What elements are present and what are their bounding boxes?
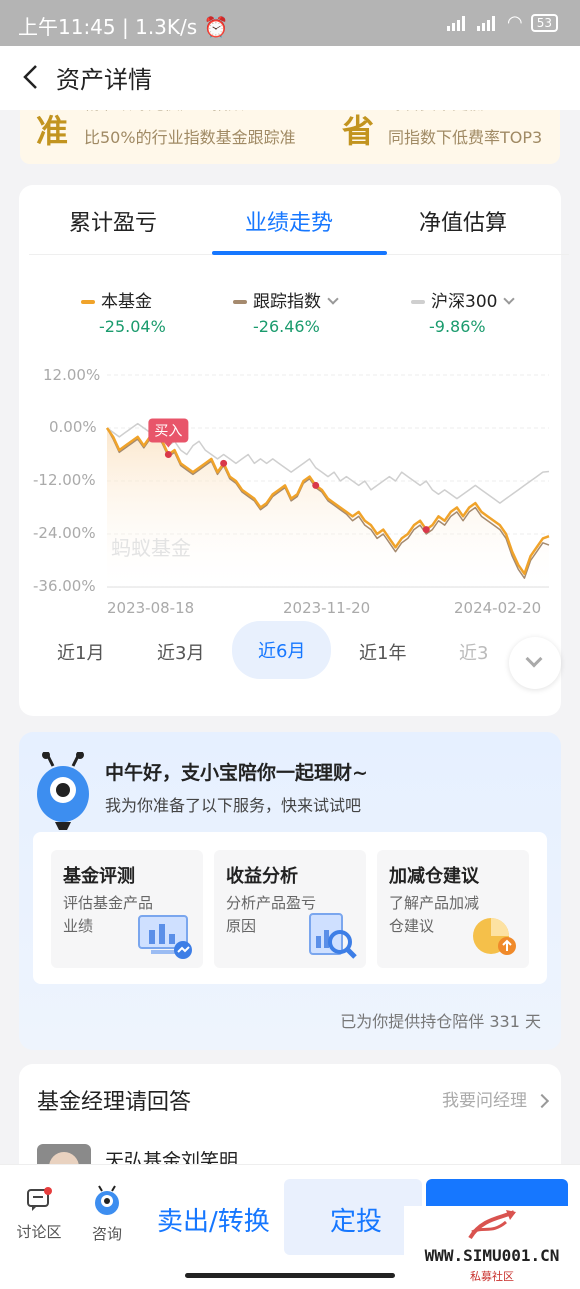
mascot-icon [37,752,89,830]
service-profit-analysis[interactable]: 收益分析 分析产品盈亏原因 [214,850,366,968]
x-tick-label: 2024-02-20 [454,599,542,617]
period-1m[interactable]: 近1月 [57,639,104,665]
legend-index[interactable]: 跟踪指数 [233,287,339,312]
tab-bar: 累计盈亏 业绩走势 净值估算 [29,185,569,255]
period-6m[interactable]: 近6月 [232,621,332,679]
auto-invest-button[interactable]: 定投 [284,1179,422,1255]
report-magnifier-icon [309,913,357,959]
trade-marker [312,481,320,489]
pie-upload-icon [473,918,516,955]
signal-icon-2 [477,15,499,31]
tab-cumulative[interactable]: 累计盈亏 [69,205,157,237]
legend-swatch [81,300,95,304]
banner-left-desc: 比50%的行业指数基金跟踪准 [84,128,296,147]
service-fund-evaluation[interactable]: 基金评测 评估基金产品业绩 [51,850,203,968]
chat-bubble-icon [27,1187,52,1211]
discussion-label: 讨论区 [16,1223,62,1241]
legend-fund-value: -25.04% [99,317,166,336]
manager-section-title: 基金经理请回答 [37,1090,192,1115]
mascot-icon [95,1185,119,1215]
services-panel: 基金评测 评估基金产品业绩 收益分析 分析产品盈亏原因 加减仓建议 了解产品加减… [33,832,547,984]
trade-marker [220,459,228,467]
consult-label: 咨询 [91,1225,122,1243]
watermark-site: WWW.SIMU001.CN [424,1246,560,1265]
period-3m[interactable]: 近3月 [157,639,204,665]
trade-marker [164,451,172,458]
period-1y[interactable]: 近1年 [359,639,406,665]
legend-swatch [411,300,425,304]
page-title: 资产详情 [56,66,152,94]
more-periods-button[interactable] [509,637,561,689]
assistant-greeting: 中午好，支小宝陪你一起理财~ [105,762,368,784]
watermark-logo-icon [468,1210,516,1240]
chevron-down-icon [525,650,543,668]
legend-swatch [233,300,247,304]
status-time: 上午11:45 | 1.3K/s ⏰ [18,15,229,39]
legend-csi300[interactable]: 沪深300 [411,287,516,312]
service-title: 收益分析 [226,866,298,887]
performance-chart[interactable]: 蚂蚁基金 买入 [19,355,561,605]
consult-button[interactable]: 咨询 [84,1185,130,1244]
period-3y[interactable]: 近3 [459,639,489,665]
chart-watermark: 蚂蚁基金 [111,536,191,560]
companion-days-text: 已为你提供持仓陪伴 331 天 [340,1012,541,1031]
x-tick-label: 2023-11-20 [283,599,371,617]
chevron-right-icon [534,1093,550,1109]
home-indicator [185,1273,395,1278]
alarm-icon: ⏰ [203,15,229,39]
site-watermark: WWW.SIMU001.CN 私募社区 [404,1206,580,1286]
trade-marker [422,526,430,534]
watermark-sub: 私募社区 [470,1270,514,1283]
back-arrow-icon[interactable] [16,62,46,92]
buy-label: 买入 [154,424,182,440]
status-icons: ◠ 53 [447,12,558,33]
signal-icon [447,15,469,31]
discussion-button[interactable]: 讨论区 [14,1187,64,1242]
service-title: 加减仓建议 [389,866,479,887]
legend-csi300-value: -9.86% [429,317,486,336]
precision-icon: 准 [36,112,69,150]
auto-invest-label: 定投 [330,1207,383,1237]
assistant-card: 中午好，支小宝陪你一起理财~ 我为你准备了以下服务，快来试试吧 基金评测 评估基… [19,732,561,1050]
banner-right-desc: 同指数下低费率TOP3 [388,128,543,147]
monitor-chart-icon [138,915,192,959]
tab-nav-estimate[interactable]: 净值估算 [419,205,507,237]
performance-card: 累计盈亏 业绩走势 净值估算 本基金 -25.04% 跟踪指数 -26.46% … [19,185,569,716]
service-title: 基金评测 [63,866,135,887]
legend-fund: 本基金 [81,287,152,312]
active-tab-indicator [212,251,387,255]
saving-icon: 省 [342,112,375,150]
chevron-down-icon [327,293,339,305]
service-position-advice[interactable]: 加减仓建议 了解产品加减仓建议 [377,850,529,968]
status-bar: 上午11:45 | 1.3K/s ⏰ ◠ 53 [0,0,580,46]
legend-index-value: -26.46% [253,317,320,336]
sell-convert-button[interactable]: 卖出/转换 [157,1201,270,1238]
x-tick-label: 2023-08-18 [107,599,195,617]
chevron-down-icon [503,293,516,305]
ask-manager-link[interactable]: 我要问经理 [442,1086,550,1111]
tab-performance[interactable]: 业绩走势 [245,205,333,237]
assistant-subtitle: 我为你准备了以下服务，快来试试吧 [105,796,362,815]
nav-layer: 资产详情 [0,46,580,110]
wifi-icon: ◠ [507,12,523,33]
battery-icon: 53 [530,13,558,32]
